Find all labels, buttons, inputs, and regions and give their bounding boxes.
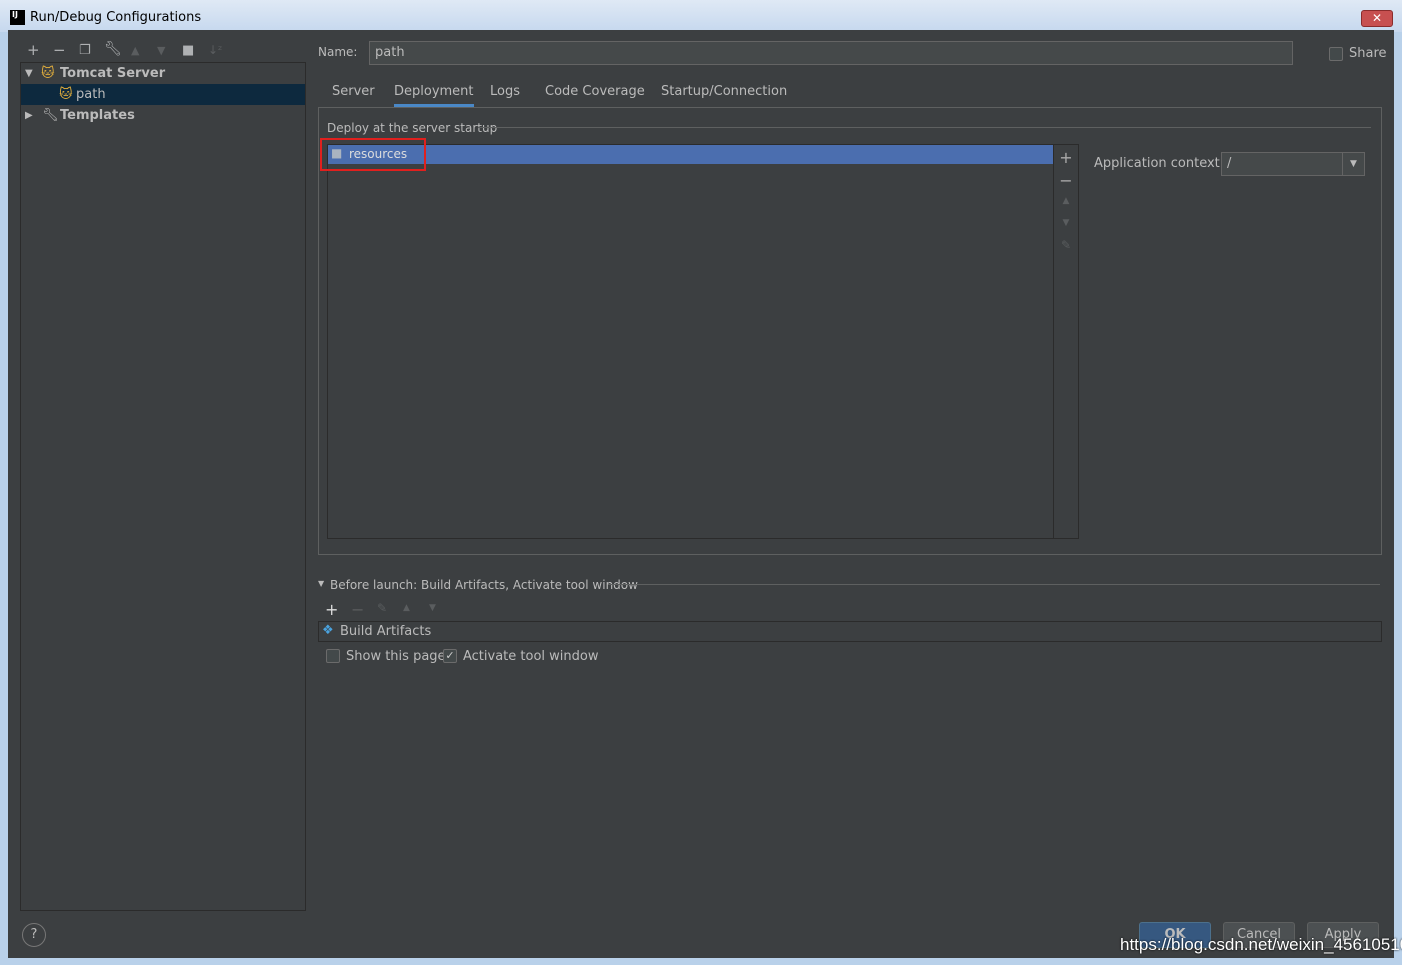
- divider: [608, 584, 1380, 585]
- edit-task-icon[interactable]: ✎: [377, 601, 387, 615]
- before-launch-item[interactable]: ❖ Build Artifacts: [319, 622, 1381, 641]
- context-label: Application context:: [1094, 156, 1225, 171]
- wrench-icon: 🔧︎: [42, 108, 59, 123]
- expand-arrow-icon[interactable]: ▼: [25, 63, 33, 84]
- chevron-down-icon[interactable]: ▼: [1342, 153, 1364, 175]
- arrow-down-icon[interactable]: ▼: [157, 44, 165, 57]
- tree-item-tomcat-server[interactable]: ▼ 🐱︎ Tomcat Server: [21, 63, 305, 84]
- activate-tool-window-label: Activate tool window: [463, 649, 599, 664]
- move-down-icon[interactable]: ▼: [1054, 218, 1078, 228]
- title-bar: IJ Run/Debug Configurations ✕: [0, 0, 1402, 32]
- move-down-icon[interactable]: ▼: [429, 603, 436, 613]
- tree-item-label: Tomcat Server: [60, 66, 166, 81]
- remove-task-icon[interactable]: −: [351, 600, 364, 619]
- divider: [478, 127, 1371, 128]
- move-up-icon[interactable]: ▲: [403, 603, 410, 613]
- add-task-icon[interactable]: +: [325, 600, 338, 619]
- before-launch-title: Before launch: Build Artifacts, Activate…: [330, 578, 638, 592]
- arrow-up-icon[interactable]: ▲: [131, 44, 139, 57]
- before-launch-list: ❖ Build Artifacts: [318, 621, 1382, 642]
- name-label: Name:: [318, 45, 358, 59]
- sort-az-icon[interactable]: ↓ᶻ: [208, 43, 222, 57]
- intellij-logo-icon: IJ: [10, 10, 25, 25]
- minus-icon[interactable]: −: [53, 41, 66, 59]
- move-up-icon[interactable]: ▲: [1054, 196, 1078, 206]
- add-icon[interactable]: +: [1054, 148, 1078, 167]
- help-button[interactable]: ?: [22, 923, 46, 947]
- watermark: https://blog.csdn.net/weixin_45610510: [1120, 935, 1402, 954]
- copy-icon[interactable]: ❐: [79, 43, 91, 58]
- tree-item-label: Templates: [60, 108, 135, 123]
- share-label: Share: [1349, 46, 1387, 61]
- context-value: /: [1227, 156, 1232, 171]
- collapse-icon[interactable]: ▼: [318, 579, 324, 588]
- tab-deployment[interactable]: Deployment: [394, 84, 474, 107]
- context-combo[interactable]: / ▼: [1221, 152, 1365, 176]
- task-label: Build Artifacts: [340, 624, 432, 639]
- plus-icon[interactable]: +: [27, 41, 40, 59]
- name-input[interactable]: path: [369, 41, 1293, 65]
- tab-code-coverage[interactable]: Code Coverage: [545, 84, 645, 99]
- edit-icon[interactable]: ✎: [1054, 238, 1078, 252]
- tab-logs[interactable]: Logs: [490, 84, 520, 99]
- build-artifacts-icon: ❖: [322, 623, 334, 638]
- tab-server[interactable]: Server: [332, 84, 375, 99]
- show-page-label: Show this page: [346, 649, 446, 664]
- tomcat-icon: 🐱︎: [59, 87, 73, 102]
- tomcat-icon: 🐱︎: [41, 66, 55, 81]
- activate-tool-window-checkbox[interactable]: ✓: [443, 649, 457, 663]
- close-button[interactable]: ✕: [1361, 10, 1393, 27]
- tree-item-path[interactable]: 🐱︎ path: [21, 84, 305, 105]
- wrench-icon[interactable]: 🔧︎: [104, 41, 122, 57]
- share-checkbox[interactable]: [1329, 47, 1343, 61]
- tree-item-label: path: [76, 87, 106, 102]
- deploy-list-item[interactable]: ■ resources: [328, 145, 1053, 164]
- deploy-list-toolbar: + − ▲ ▼ ✎: [1053, 145, 1078, 538]
- deploy-list: [327, 144, 1079, 539]
- remove-icon[interactable]: −: [1054, 171, 1078, 190]
- highlight-box: [320, 138, 426, 171]
- deploy-section-title: Deploy at the server startup: [327, 121, 498, 135]
- folder-add-icon[interactable]: ■: [182, 43, 194, 58]
- tab-startup-connection[interactable]: Startup/Connection: [661, 84, 787, 99]
- config-tree: ▼ 🐱︎ Tomcat Server 🐱︎ path ▶ 🔧︎ Template…: [20, 62, 306, 911]
- show-page-checkbox[interactable]: [326, 649, 340, 663]
- collapse-arrow-icon[interactable]: ▶: [25, 105, 33, 126]
- tree-item-templates[interactable]: ▶ 🔧︎ Templates: [21, 105, 305, 126]
- window-title: Run/Debug Configurations: [30, 10, 202, 25]
